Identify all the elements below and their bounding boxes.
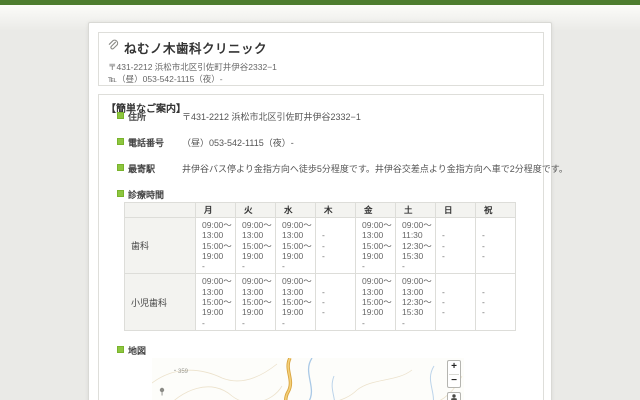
phone-label: 電話番号 [128,138,165,148]
clinic-address: 〒431-2212 浜松市北区引佐町井伊谷2332−1 [108,62,277,72]
schedule-day-header: 月 [195,202,236,218]
hours-label: 診療時間 [128,190,165,200]
list-bullet-icon [117,190,124,197]
map-canvas[interactable]: ・359 + − [151,357,464,400]
list-bullet-icon [117,138,124,145]
paperclip-link-icon [107,38,119,56]
schedule-cell: 09:00〜 13:00 15:00〜 19:00 - [275,273,316,331]
schedule-cell: 09:00〜 13:00 15:00〜 19:00 - [235,216,276,275]
map-marker-icon [159,387,165,396]
guide-box: 【簡単なご案内】 住所 〒431-2212 浜松市北区引佐町井伊谷2332−1 … [98,94,568,400]
schedule-cell: - - - [435,216,476,275]
list-bullet-icon [117,112,124,119]
schedule-row-header: 歯科 [124,216,196,275]
schedule-cell: - - - [315,273,356,331]
schedule-cell: - - - [475,273,516,331]
page-card: ねむノ木歯科クリニック 〒431-2212 浜松市北区引佐町井伊谷2332−1 … [88,22,568,400]
schedule-cell: - - - [315,216,356,275]
address-value: 〒431-2212 浜松市北区引佐町井伊谷2332−1 [182,112,361,122]
schedule-day-header: 祝 [475,202,516,218]
schedule-row: 小児歯科 09:00〜 13:00 15:00〜 19:00 -09:00〜 13… [124,273,516,331]
schedule-row: 歯科 09:00〜 13:00 15:00〜 19:00 -09:00〜 13:0… [124,216,516,275]
schedule-row-header: 小児歯科 [124,273,196,331]
schedule-table: 月火水木金土日祝歯科 09:00〜 13:00 15:00〜 19:00 -09:… [124,202,516,331]
map-graphics: ・359 [151,357,463,400]
zoom-in-button[interactable]: + [448,361,460,374]
schedule-cell: - - - [435,273,476,331]
zoom-out-button[interactable]: − [448,375,460,388]
schedule-corner-cell [124,202,196,218]
station-label: 最寄駅 [128,164,156,174]
schedule-cell: 09:00〜 13:00 15:00〜 19:00 - [355,216,396,275]
list-bullet-icon [117,346,124,353]
pegman-icon [451,393,457,400]
schedule-cell: - - - [475,216,516,275]
clinic-title[interactable]: ねむノ木歯科クリニック [124,38,267,57]
clinic-header-box: ねむノ木歯科クリニック 〒431-2212 浜松市北区引佐町井伊谷2332−1 … [98,32,544,86]
clinic-phone: ℡（昼）053-542-1115（夜）- [108,74,223,84]
schedule-day-header: 土 [395,202,436,218]
address-label: 住所 [128,112,147,122]
schedule-day-header: 火 [235,202,276,218]
station-value: 井伊谷バス停より金指方向へ徒歩5分程度です。井伊谷交差点より金指方向へ車で2分程… [182,164,568,174]
schedule-cell: 09:00〜 13:00 15:00〜 19:00 - [235,273,276,331]
schedule-cell: 09:00〜 13:00 15:00〜 19:00 - [355,273,396,331]
schedule-day-header: 木 [315,202,356,218]
list-bullet-icon [117,164,124,171]
schedule-cell: 09:00〜 13:00 12:30〜 15:30 - [395,273,436,331]
map-zoom-control: + − [447,360,461,388]
schedule-cell: 09:00〜 11:30 12:30〜 15:30 - [395,216,436,275]
phone-value: （昼）053-542-1115（夜）- [182,138,294,148]
map-label: 地図 [128,346,147,356]
schedule-day-header: 水 [275,202,316,218]
schedule-cell: 09:00〜 13:00 15:00〜 19:00 - [195,216,236,275]
streetview-pegman-button[interactable] [447,392,461,400]
schedule-day-header: 日 [435,202,476,218]
schedule-cell: 09:00〜 13:00 15:00〜 19:00 - [195,273,236,331]
map-elevation-label: ・359 [172,369,189,375]
schedule-cell: 09:00〜 13:00 15:00〜 19:00 - [275,216,316,275]
schedule-day-header: 金 [355,202,396,218]
